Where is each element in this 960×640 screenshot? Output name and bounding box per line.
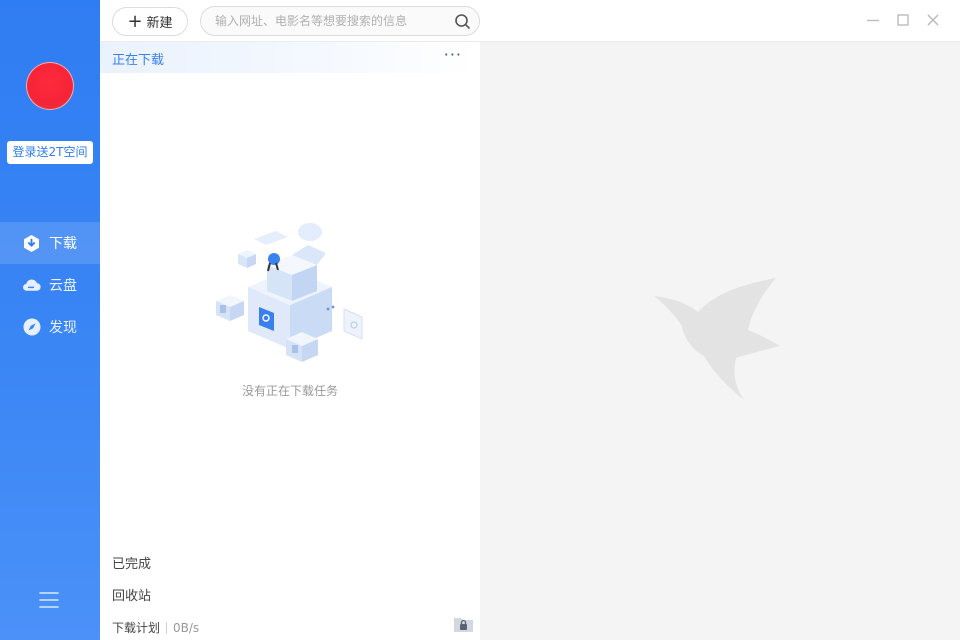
- empty-state-text: 没有正在下载任务: [241, 384, 338, 398]
- completed-section-link[interactable]: 已完成: [112, 553, 151, 572]
- task-detail-pane: [480, 42, 960, 640]
- maximize-icon[interactable]: [895, 12, 911, 28]
- bird-logo-watermark-icon: [652, 276, 784, 402]
- section-title-downloading: 正在下载: [112, 53, 165, 68]
- login-promo-button[interactable]: 登录送2T空间: [7, 141, 93, 164]
- download-panel: 正在下载 ··· 没有正在下载任务 已完成 回收站 下载计划 0B/s: [100, 42, 480, 640]
- search-input[interactable]: [215, 12, 451, 30]
- top-bar: + 新建: [100, 0, 960, 42]
- nav-label-cloud: 云盘: [49, 278, 77, 294]
- minimize-icon[interactable]: [865, 12, 881, 28]
- close-icon[interactable]: [925, 12, 941, 28]
- sidebar: 登录送2T空间 下载 云盘 发现: [0, 0, 100, 640]
- compass-icon: [22, 318, 41, 337]
- downloading-section-header[interactable]: 正在下载 ···: [100, 42, 480, 73]
- more-options-icon[interactable]: ···: [444, 46, 462, 64]
- nav-item-discover[interactable]: 发现: [0, 306, 100, 348]
- divider: [166, 621, 168, 634]
- empty-boxes-illustration: [212, 217, 367, 362]
- download-plan-link[interactable]: 下载计划: [112, 619, 160, 636]
- nav-item-download[interactable]: 下载: [0, 222, 100, 264]
- search-box: [200, 6, 480, 36]
- nav-item-cloud[interactable]: 云盘: [0, 264, 100, 306]
- new-task-button[interactable]: + 新建: [112, 7, 188, 36]
- download-speed: 0B/s: [173, 620, 200, 635]
- download-plan-bar: 下载计划 0B/s: [112, 619, 199, 636]
- plus-icon: +: [127, 10, 143, 32]
- download-shield-icon: [22, 234, 41, 253]
- private-space-lock-icon[interactable]: [453, 614, 474, 633]
- hamburger-menu-icon[interactable]: [38, 591, 60, 609]
- new-task-label: 新建: [146, 16, 173, 31]
- cloud-icon: [22, 276, 41, 295]
- recycle-bin-link[interactable]: 回收站: [112, 585, 151, 604]
- nav-label-discover: 发现: [49, 320, 77, 336]
- search-icon[interactable]: [454, 13, 471, 30]
- user-avatar[interactable]: [26, 62, 74, 110]
- nav-label-download: 下载: [49, 236, 77, 252]
